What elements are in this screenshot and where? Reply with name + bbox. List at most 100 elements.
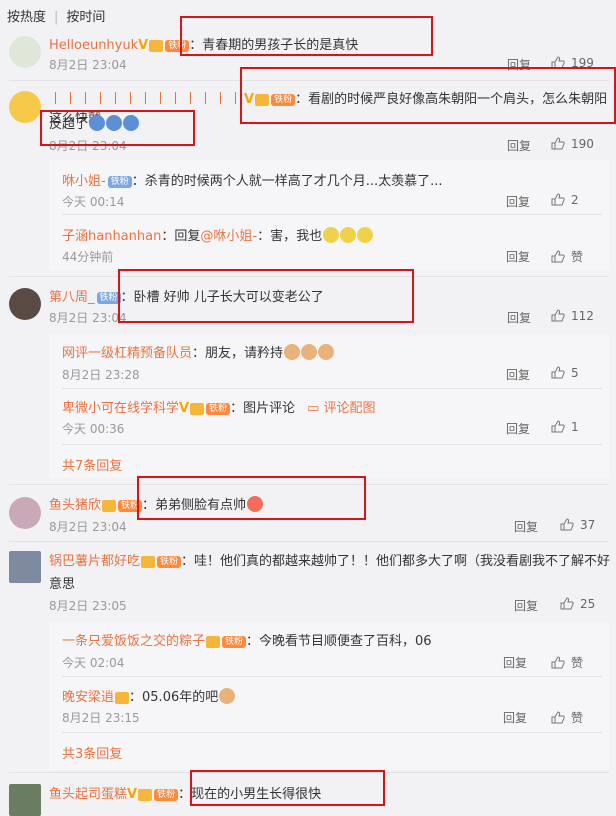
image-comment-label: 评论配图 — [323, 401, 376, 416]
emoji-icon — [284, 344, 301, 360]
fan-badge: 铁粉 — [206, 403, 231, 415]
reply-button[interactable]: 回复 — [503, 709, 527, 726]
reply-username[interactable]: 咻小姐- — [62, 174, 106, 189]
tab-by-hot[interactable]: 按热度 — [7, 6, 46, 25]
image-comment-link[interactable]: ▭ 评论配图 — [307, 401, 375, 416]
reply-username[interactable]: 网评一级杠精预备队员 — [62, 346, 192, 361]
username[interactable]: 鱼头起司蛋糕 — [49, 787, 127, 802]
reply-button[interactable]: 回复 — [506, 248, 530, 265]
reply-username[interactable]: 晚安梁逍 — [62, 690, 114, 705]
like-button[interactable]: 25 — [560, 597, 595, 611]
emoji-icon — [301, 344, 318, 360]
fan-badge: 铁粉 — [222, 636, 247, 648]
like-count: 赞 — [571, 656, 584, 670]
tab-by-time[interactable]: 按时间 — [66, 6, 105, 25]
like-button[interactable]: 1 — [551, 420, 579, 434]
reply-time: 8月2日 23:15 — [62, 711, 140, 725]
comment-body: 锅巴薯片都好吃 铁粉 ：哇！他们真的都越来越帅了！！他们都多大了啊（我没看剧我不了解… — [49, 550, 610, 569]
like-button[interactable]: 赞 — [551, 709, 583, 726]
comment-time: 8月2日 23:05 — [49, 599, 127, 613]
like-count: 25 — [580, 597, 596, 611]
divider — [62, 214, 602, 215]
reply-button[interactable]: 回复 — [506, 420, 530, 437]
thumbs-up-icon — [551, 656, 565, 669]
like-count: 1 — [571, 420, 579, 434]
highlight-box — [240, 67, 616, 124]
reply-body: 子涵hanhanhan：回复@咻小姐-：害，我也 — [62, 225, 374, 244]
emoji-icon — [357, 227, 374, 243]
avatar[interactable] — [9, 784, 41, 816]
reply-time: 8月2日 23:28 — [62, 368, 140, 382]
avatar[interactable] — [9, 288, 41, 320]
reply-button[interactable]: 回复 — [507, 137, 531, 154]
verified-icon: V — [179, 401, 190, 416]
reply-button[interactable]: 回复 — [514, 597, 538, 614]
avatar[interactable] — [9, 551, 41, 583]
like-count: 112 — [571, 309, 594, 323]
mention-link[interactable]: @咻小姐- — [200, 229, 257, 244]
reply-text: ：今晚看节目顺便查了百科，06 — [246, 634, 432, 649]
reply-time: 今天 00:36 — [62, 422, 125, 436]
tab-separator: | — [54, 10, 59, 25]
fan-badge-icon — [149, 40, 164, 52]
username[interactable]: Helloeunhyuk — [49, 38, 138, 53]
avatar[interactable] — [9, 497, 41, 529]
sort-tabs: 按热度 | 按时间 — [7, 6, 105, 25]
reply-button[interactable]: 回复 — [514, 518, 538, 535]
verified-icon: V — [127, 787, 138, 802]
reply-button[interactable]: 回复 — [506, 366, 530, 383]
like-button[interactable]: 赞 — [551, 248, 583, 265]
like-button[interactable]: 190 — [551, 137, 594, 151]
like-button[interactable]: 5 — [551, 366, 579, 380]
reply-username[interactable]: 子涵hanhanhan — [62, 229, 161, 244]
reply-button[interactable]: 回复 — [506, 193, 530, 210]
emoji-icon — [340, 227, 357, 243]
reply-body: 网评一级杠精预备队员：朋友，请矜持 — [62, 342, 335, 361]
reply-username[interactable]: 卑微小可在线学科学 — [62, 401, 179, 416]
username[interactable]: 鱼头猪欣 — [49, 498, 101, 513]
like-button[interactable]: 赞 — [551, 654, 583, 671]
username[interactable]: 第八周_ — [49, 290, 95, 305]
reply-username[interactable]: 一条只爱饭饭之交的粽子 — [62, 634, 205, 649]
like-count: 190 — [571, 137, 594, 151]
thumbs-up-icon — [551, 250, 565, 263]
fan-badge: 铁粉 — [157, 556, 182, 568]
thumbs-up-icon — [551, 193, 565, 206]
more-replies-link[interactable]: 共7条回复 — [62, 455, 122, 474]
reply-button[interactable]: 回复 — [507, 309, 531, 326]
like-button[interactable]: 112 — [551, 309, 594, 323]
comment-time: 8月2日 23:04 — [49, 58, 127, 72]
thumbs-up-icon — [560, 518, 574, 531]
fan-badge-icon — [138, 789, 153, 801]
more-replies-link[interactable]: 共3条回复 — [62, 743, 122, 762]
like-button[interactable]: 2 — [551, 193, 579, 207]
reply-time: 今天 00:14 — [62, 195, 125, 209]
highlight-box — [137, 476, 366, 520]
avatar[interactable] — [9, 91, 41, 123]
username[interactable]: 丨丨丨丨丨丨丨丨丨丨丨丨丨 — [49, 92, 244, 107]
username[interactable]: 锅巴薯片都好吃 — [49, 554, 140, 569]
thumbs-up-icon — [551, 420, 565, 433]
thumbs-up-icon — [551, 366, 565, 379]
like-button[interactable]: 37 — [560, 518, 595, 532]
reply-text-after: ：害，我也 — [257, 229, 323, 244]
like-count: 5 — [571, 366, 579, 380]
emoji-icon — [219, 688, 236, 704]
image-icon: ▭ — [307, 401, 324, 416]
fan-badge: 铁粉 — [154, 789, 179, 801]
comment-text-line2: 意思 — [49, 577, 76, 592]
like-count: 37 — [580, 518, 596, 532]
comment-time: 8月2日 23:04 — [49, 311, 127, 325]
fan-badge-icon — [206, 636, 221, 648]
fan-badge-icon — [141, 556, 156, 568]
thumbs-up-icon — [551, 309, 565, 322]
reply-text: ：图片评论 — [230, 401, 296, 416]
fan-badge-icon — [115, 692, 130, 704]
avatar[interactable] — [9, 36, 41, 68]
like-count: 赞 — [571, 711, 584, 725]
highlight-box — [118, 269, 414, 323]
reply-time: 44分钟前 — [62, 250, 114, 264]
reply-body: 一条只爱饭饭之交的粽子 铁粉 ：今晚看节目顺便查了百科，06 — [62, 630, 432, 649]
reply-button[interactable]: 回复 — [503, 654, 527, 671]
reply-time: 今天 02:04 — [62, 656, 125, 670]
